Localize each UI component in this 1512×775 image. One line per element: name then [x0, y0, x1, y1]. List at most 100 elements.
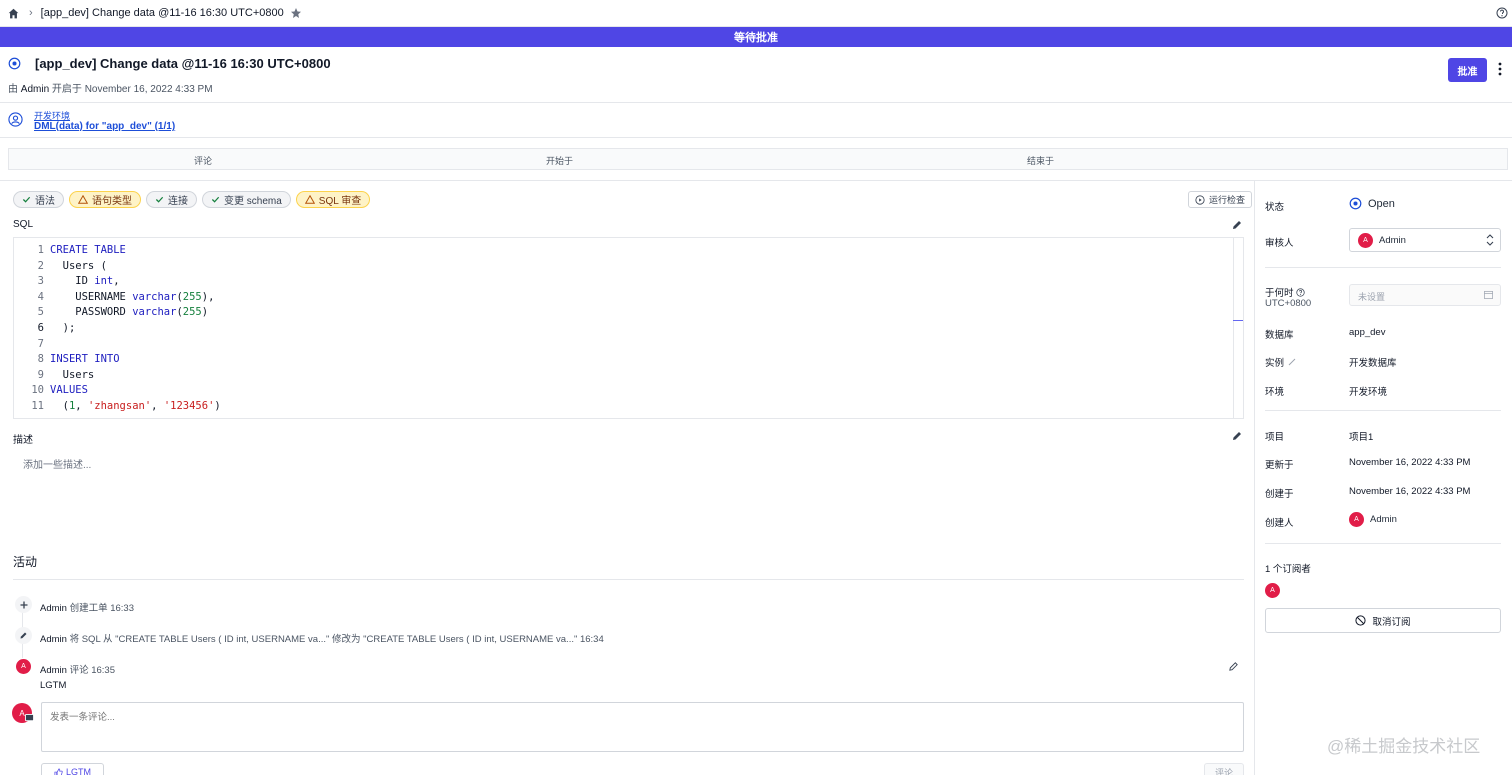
approve-button[interactable]: 批准 — [1448, 58, 1487, 82]
reviewer-select[interactable]: A Admin — [1349, 228, 1501, 252]
environment-label: 环境 — [1265, 387, 1285, 398]
description-label: 描述 — [13, 435, 33, 446]
comment-body: LGTM — [40, 680, 67, 691]
database-value[interactable]: app_dev — [1349, 327, 1385, 338]
column-start: 开始于 — [546, 156, 574, 166]
check-icon — [211, 196, 220, 203]
when-label: 于何时 — [1265, 285, 1305, 299]
watermark: @稀土掘金技术社区 — [1327, 737, 1481, 756]
check-sql-review[interactable]: SQL 审查 — [295, 191, 371, 208]
run-check-button[interactable]: 运行检查 — [1188, 191, 1253, 208]
editor-scrollbar[interactable] — [1233, 238, 1243, 418]
avatar: A — [1349, 512, 1364, 527]
pencil-icon[interactable] — [1228, 661, 1239, 672]
sql-label: SQL — [13, 219, 34, 230]
task-link[interactable]: DML(data) for "app_dev" (1/1) — [34, 121, 175, 132]
check-statement-type[interactable]: 语句类型 — [69, 191, 141, 208]
divider — [1265, 543, 1501, 544]
comment-submit-button[interactable]: 评论 — [1204, 763, 1244, 775]
divider — [0, 180, 1512, 181]
column-review: 评论 — [194, 156, 213, 166]
current-user-avatar: A — [12, 703, 34, 723]
issue-subtitle: 由 Admin 开启于 November 16, 2022 4:33 PM — [8, 80, 213, 95]
line-number: 2 — [37, 259, 44, 272]
subscriber-avatar[interactable]: A — [1265, 583, 1280, 598]
link-icon — [1288, 358, 1296, 366]
check-connection[interactable]: 连接 — [146, 191, 197, 208]
line-number: 7 — [37, 337, 44, 350]
code-line[interactable]: INSERT INTO — [50, 353, 120, 365]
more-vertical-icon[interactable] — [1495, 62, 1505, 76]
timezone: UTC+0800 — [1265, 298, 1312, 309]
project-value[interactable]: 项目1 — [1349, 429, 1373, 443]
status-label: 状态 — [1265, 202, 1285, 213]
help-icon[interactable] — [1496, 7, 1508, 19]
code-line[interactable]: ID int, — [50, 275, 119, 287]
by-prefix: 由 — [8, 84, 18, 95]
created-value: November 16, 2022 4:33 PM — [1349, 486, 1471, 497]
updated-label: 更新于 — [1265, 460, 1294, 471]
when-date-input[interactable]: 未设置 — [1349, 284, 1501, 306]
activity-user[interactable]: Admin — [40, 603, 67, 614]
project-label: 项目 — [1265, 432, 1285, 443]
divider — [1265, 267, 1501, 268]
activity-divider — [13, 579, 1244, 580]
database-label: 数据库 — [1265, 330, 1294, 341]
chevron-up-down-icon — [1486, 234, 1494, 246]
lgtm-button[interactable]: LGTM — [41, 763, 104, 775]
code-line[interactable]: ); — [50, 322, 76, 334]
check-schema-change[interactable]: 变更 schema — [202, 191, 291, 208]
instance-value[interactable]: 开发数据库 — [1349, 355, 1397, 369]
description-placeholder[interactable]: 添加一些描述... — [23, 456, 91, 471]
code-line[interactable]: CREATE TABLE — [50, 244, 126, 256]
status-banner: 等待批准 — [0, 27, 1512, 47]
activity-item: Admin 评论 16:35 — [40, 662, 115, 676]
activity-user[interactable]: Admin — [40, 665, 67, 676]
line-number: 3 — [37, 275, 44, 288]
sql-editor[interactable]: 1 CREATE TABLE 2 Users (3 ID int, 4 USERNAM… — [13, 237, 1244, 419]
creator-value[interactable]: A Admin — [1349, 512, 1397, 527]
issue-header: [app_dev] Change data @11-16 16:30 UTC+0… — [0, 47, 1512, 103]
code-line[interactable]: (1, 'zhangsan', '123456') — [50, 400, 221, 412]
pipeline-bar: 开发环境 DML(data) for "app_dev" (1/1) — [0, 103, 1512, 138]
pencil-icon — [15, 627, 32, 644]
help-icon[interactable] — [1296, 288, 1305, 297]
reviewer-label: 审核人 — [1265, 238, 1294, 249]
comment-input[interactable] — [41, 702, 1244, 752]
code-line[interactable]: Users — [50, 369, 95, 381]
pencil-icon[interactable] — [1231, 430, 1243, 442]
avatar: A — [1358, 232, 1373, 248]
home-icon[interactable] — [8, 8, 19, 19]
calendar-icon — [1484, 290, 1493, 299]
activity-item: Admin 创建工单 16:33 — [40, 600, 134, 614]
updated-value: November 16, 2022 4:33 PM — [1349, 457, 1471, 468]
editor-scroll-marker — [1233, 320, 1243, 321]
created-label: 创建于 — [1265, 489, 1294, 500]
breadcrumb: › [app_dev] Change data @11-16 16:30 UTC… — [0, 0, 1512, 27]
creator-label: 创建人 — [1265, 518, 1294, 529]
check-icon — [22, 196, 31, 203]
avatar: A — [16, 659, 31, 674]
code-line[interactable]: PASSWORD varchar(255) — [50, 306, 208, 318]
unsubscribe-button[interactable]: 取消订阅 — [1265, 608, 1501, 633]
environment-value: 开发环境 — [1349, 387, 1388, 398]
code-line[interactable]: VALUES — [50, 384, 88, 396]
code-line[interactable]: USERNAME varchar(255), — [50, 291, 214, 303]
creator-name[interactable]: Admin — [21, 84, 49, 95]
warning-icon — [304, 195, 315, 204]
code-line[interactable]: Users ( — [50, 260, 107, 272]
activity-text: 将 SQL 从 "CREATE TABLE Users ( ID int, US… — [69, 634, 604, 645]
sidebar-divider — [1254, 181, 1255, 775]
user-circle-icon — [8, 112, 23, 127]
activity-user[interactable]: Admin — [40, 634, 67, 645]
star-icon[interactable] — [290, 7, 302, 19]
divider — [1265, 410, 1501, 411]
line-number: 10 — [31, 384, 44, 397]
line-number: 11 — [31, 400, 44, 412]
thumbs-up-icon — [54, 768, 63, 775]
ban-icon — [1355, 615, 1367, 626]
pencil-icon[interactable] — [1231, 219, 1243, 231]
open-status-icon — [8, 57, 21, 70]
check-syntax[interactable]: 语法 — [13, 191, 64, 208]
breadcrumb-issue-title: [app_dev] Change data @11-16 16:30 UTC+0… — [40, 7, 284, 19]
